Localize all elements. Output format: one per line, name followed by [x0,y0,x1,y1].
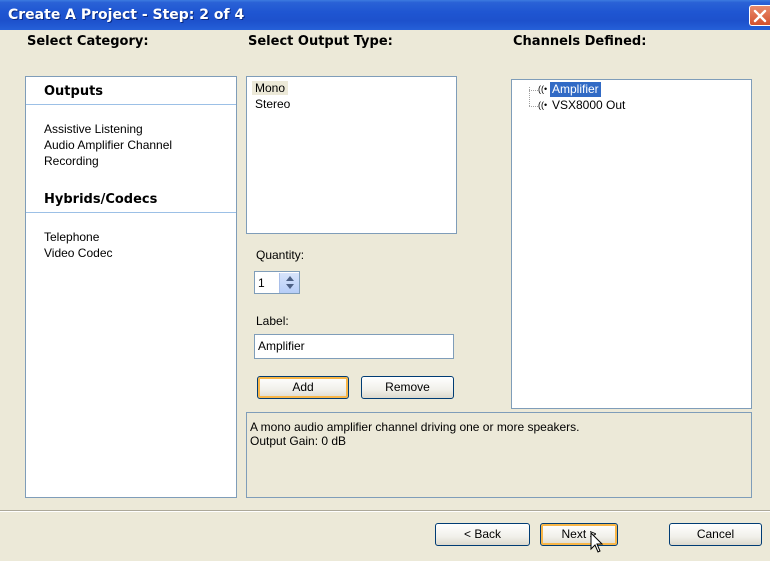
label-input[interactable]: Amplifier [254,334,454,359]
title-bar[interactable]: Create A Project - Step: 2 of 4 [0,0,770,30]
remove-button[interactable]: Remove [361,376,454,399]
quantity-spin-buttons [279,273,299,293]
quantity-value: 1 [258,276,265,290]
speaker-channel-icon: ((• [538,84,548,94]
output-type-mono[interactable]: Mono [252,81,289,95]
select-category-heading: Select Category: [27,34,149,49]
category-item-telephone[interactable]: Telephone [44,230,99,244]
channel-item-vsx8000-out[interactable]: VSX8000 Out [550,98,627,113]
create-project-dialog: Create A Project - Step: 2 of 4 Select C… [0,0,770,561]
dialog-title: Create A Project - Step: 2 of 4 [8,7,245,23]
mouse-cursor-icon [590,532,604,553]
category-group-label: Hybrids/Codecs [44,192,158,207]
description-box: A mono audio amplifier channel driving o… [246,412,752,498]
footer-divider [0,510,770,512]
category-item-audio-amplifier-channel[interactable]: Audio Amplifier Channel [44,138,172,152]
close-icon [753,9,767,23]
speaker-channel-icon: ((• [538,100,548,110]
quantity-label: Quantity: [256,248,305,262]
group-divider [26,104,236,105]
tree-connector [529,106,538,107]
label-field-label: Label: [256,314,289,328]
description-text: A mono audio amplifier channel driving o… [250,420,580,434]
category-item-video-codec[interactable]: Video Codec [44,246,113,260]
category-item-assistive-listening[interactable]: Assistive Listening [44,122,143,136]
quantity-down-button[interactable] [280,283,299,293]
category-panel: Outputs Assistive Listening Audio Amplif… [25,76,237,498]
output-type-stereo[interactable]: Stereo [252,97,293,111]
group-divider [26,212,236,213]
quantity-stepper[interactable]: 1 [254,271,300,294]
category-item-recording[interactable]: Recording [44,154,99,168]
close-button[interactable] [749,5,770,26]
select-output-type-heading: Select Output Type: [248,34,393,49]
tree-connector [529,90,538,91]
output-gain-text: Output Gain: 0 dB [250,434,347,448]
category-group-label: Outputs [44,84,104,99]
quantity-up-button[interactable] [280,273,299,283]
next-button[interactable]: Next > [540,523,618,546]
channel-item-amplifier[interactable]: Amplifier [550,82,601,97]
add-button[interactable]: Add [257,376,349,399]
cancel-button[interactable]: Cancel [669,523,762,546]
label-input-value: Amplifier [258,339,305,353]
back-button[interactable]: < Back [435,523,530,546]
channels-defined-tree: ((• Amplifier ((• VSX8000 Out [511,79,752,409]
channels-defined-heading: Channels Defined: [513,34,647,49]
output-type-list: Mono Stereo [246,76,457,234]
arrow-down-icon [286,284,294,289]
arrow-up-icon [286,276,294,281]
